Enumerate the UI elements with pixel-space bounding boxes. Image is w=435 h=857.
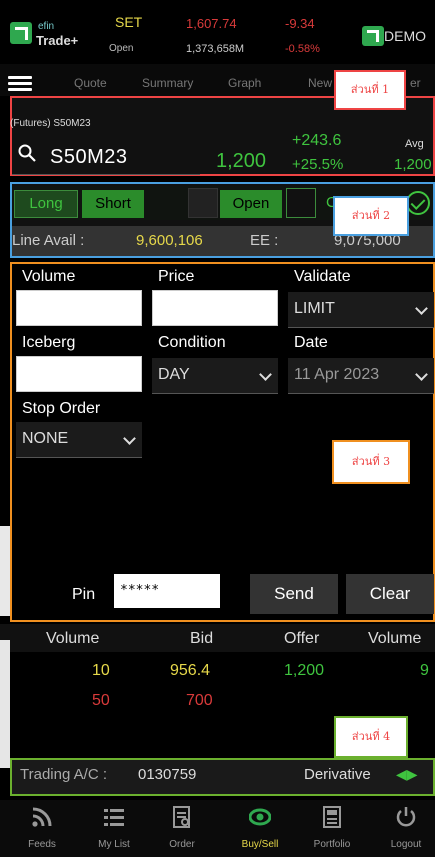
line-avail-value: 9,600,106 [136, 232, 203, 249]
account-type: Derivative [304, 766, 371, 783]
date-value: 11 Apr 2023 [294, 366, 380, 383]
feeds-icon [32, 807, 52, 827]
portfolio-icon [323, 806, 341, 828]
book-bid-volume[interactable]: 50 [92, 692, 110, 710]
tab-summary[interactable]: Summary [142, 76, 193, 90]
volume-input[interactable] [16, 290, 142, 326]
avg-value: 1,200 [394, 156, 432, 173]
date-select[interactable]: 11 Apr 2023 [288, 358, 434, 394]
validate-label: Validate [294, 268, 351, 285]
nav-order-label: Order [169, 839, 195, 850]
account-switch-arrows-icon[interactable]: ◀▶ [396, 766, 418, 783]
nav-logout[interactable]: Logout [376, 806, 435, 850]
annotation-part-4: ส่วนที่ 4 [334, 716, 408, 758]
buy-sell-icon [248, 808, 272, 826]
stop-order-value: NONE [22, 430, 69, 447]
index-value: 1,607.74 [186, 16, 237, 31]
side-panel-edge [0, 640, 10, 768]
nav-order[interactable]: Order [152, 806, 212, 850]
tab-graph[interactable]: Graph [228, 76, 261, 90]
book-offer-price[interactable]: 1,200 [284, 662, 324, 680]
tab-more[interactable]: er [410, 76, 421, 90]
chevron-down-icon [123, 432, 136, 445]
pin-label: Pin [72, 586, 96, 603]
chevron-down-icon [415, 302, 428, 315]
price-change: +243.6 [292, 132, 342, 149]
stop-order-label: Stop Order [22, 400, 101, 417]
validate-value: LIMIT [294, 300, 335, 317]
volume-label: Volume [22, 268, 76, 285]
symbol-input[interactable]: S50M23 [50, 146, 128, 169]
side-panel-edge [0, 526, 10, 616]
book-bid-price[interactable]: 956.4 [170, 662, 210, 680]
app-name-small: efin [38, 21, 55, 32]
app-name: Trade+ [36, 33, 79, 48]
account-number: 0130759 [138, 766, 197, 783]
chevron-down-icon [415, 368, 428, 381]
annotation-part-2: ส่วนที่ 2 [333, 196, 409, 236]
condition-select[interactable]: DAY [152, 358, 278, 394]
line-avail-label: Line Avail : [12, 232, 85, 249]
symbol-underline [12, 174, 200, 175]
index-volume: 1,373,658M [186, 43, 245, 55]
instrument-label: (Futures) S50M23 [10, 118, 91, 129]
tab-quote[interactable]: Quote [74, 76, 107, 90]
index-change: -9.34 [285, 16, 315, 31]
menu-icon[interactable] [8, 76, 32, 92]
price-change-pct: +25.5% [292, 156, 344, 173]
book-header-offer-volume: Volume [368, 630, 422, 647]
nav-buy-sell-label: Buy/Sell [241, 839, 279, 850]
open-button[interactable]: Open [220, 190, 282, 218]
document-icon [173, 806, 190, 828]
nav-my-list[interactable]: My List [84, 806, 144, 850]
confirm-check-icon[interactable] [406, 191, 430, 215]
condition-label: Condition [158, 334, 226, 351]
iceberg-label: Iceberg [22, 334, 76, 351]
send-button[interactable]: Send [250, 574, 338, 614]
book-bid-volume[interactable]: 10 [92, 662, 110, 680]
list-icon [104, 809, 124, 826]
nav-portfolio-label: Portfolio [313, 839, 351, 850]
tab-news[interactable]: New [308, 76, 332, 90]
open-checkbox[interactable] [188, 188, 218, 218]
annotation-part-1: ส่วนที่ 1 [334, 70, 406, 110]
annotation-part-3: ส่วนที่ 3 [332, 440, 410, 484]
chevron-down-icon [259, 368, 272, 381]
book-bid-price[interactable]: 700 [186, 692, 213, 710]
nav-feeds-label: Feeds [28, 839, 56, 850]
clear-button[interactable]: Clear [346, 574, 434, 614]
index-change-pct: -0.58% [285, 43, 320, 55]
price-label: Price [158, 268, 195, 285]
nav-logout-label: Logout [390, 839, 422, 850]
market-name: SET [115, 14, 143, 30]
power-icon [396, 807, 416, 827]
nav-portfolio[interactable]: Portfolio [302, 806, 362, 850]
ee-label: EE : [250, 232, 279, 249]
iceberg-input[interactable] [16, 356, 142, 392]
mode-label: DEMO [384, 28, 426, 44]
demo-logo-icon [362, 26, 384, 46]
date-label: Date [294, 334, 328, 351]
book-offer-volume[interactable]: 9 [420, 662, 429, 680]
avg-label: Avg [405, 138, 424, 150]
close-checkbox[interactable] [286, 188, 316, 218]
validate-select[interactable]: LIMIT [288, 292, 434, 328]
book-header-offer: Offer [284, 630, 320, 647]
nav-feeds[interactable]: Feeds [12, 806, 72, 850]
book-header-bid: Bid [190, 630, 214, 647]
nav-my-list-label: My List [98, 839, 130, 850]
nav-buy-sell[interactable]: Buy/Sell [230, 806, 290, 850]
condition-value: DAY [158, 366, 190, 383]
short-button[interactable]: Short [82, 190, 144, 218]
last-price: 1,200 [216, 150, 267, 172]
market-status: Open [109, 43, 134, 54]
price-input[interactable] [152, 290, 278, 326]
long-button[interactable]: Long [14, 190, 78, 218]
account-label: Trading A/C : [20, 766, 107, 783]
stop-order-select[interactable]: NONE [16, 422, 142, 458]
search-icon[interactable] [18, 144, 36, 162]
book-header-bid-volume: Volume [46, 630, 100, 647]
app-logo-icon [10, 22, 32, 44]
pin-input[interactable]: ***** [114, 574, 220, 608]
